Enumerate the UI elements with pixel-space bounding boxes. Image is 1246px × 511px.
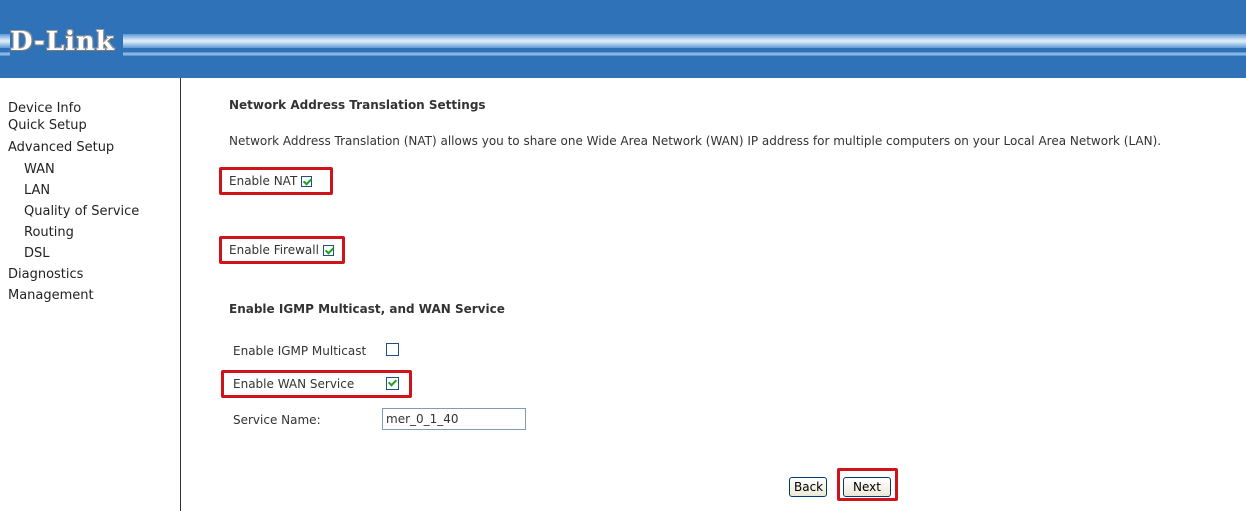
header-stripe	[0, 34, 1246, 48]
sidebar-item-routing[interactable]: Routing	[24, 224, 74, 241]
enable-firewall-checkbox[interactable]	[322, 245, 334, 256]
header-stripe-thin	[0, 52, 1246, 56]
sidebar-item-quick-setup[interactable]: Quick Setup	[8, 117, 87, 134]
enable-igmp-checkbox[interactable]	[386, 343, 399, 356]
enable-firewall-row: Enable Firewall	[229, 243, 334, 257]
enable-nat-row: Enable NAT	[229, 174, 313, 188]
page-title: Network Address Translation Settings	[229, 98, 486, 112]
enable-wan-checkbox[interactable]	[386, 377, 399, 390]
enable-igmp-label: Enable IGMP Multicast	[233, 344, 367, 358]
sidebar-item-management[interactable]: Management	[8, 287, 94, 304]
nat-description: Network Address Translation (NAT) allows…	[229, 134, 1162, 148]
sidebar-item-advanced-setup[interactable]: Advanced Setup	[8, 139, 114, 156]
sidebar-item-dsl[interactable]: DSL	[24, 245, 50, 262]
sidebar-item-diagnostics[interactable]: Diagnostics	[8, 266, 83, 283]
enable-nat-label: Enable NAT	[229, 174, 298, 188]
enable-firewall-label: Enable Firewall	[229, 243, 319, 257]
sidebar-nav: Device Info Quick Setup Advanced Setup W…	[0, 78, 181, 511]
sidebar-item-wan[interactable]: WAN	[24, 161, 55, 178]
enable-wan-label: Enable WAN Service	[233, 377, 355, 391]
back-button[interactable]: Back	[789, 477, 827, 497]
igmp-wan-heading: Enable IGMP Multicast, and WAN Service	[229, 302, 505, 316]
dlink-logo: D-Link	[10, 28, 123, 56]
sidebar-item-device-info[interactable]: Device Info	[8, 100, 81, 117]
service-name-label: Service Name:	[233, 413, 321, 427]
service-name-input[interactable]	[382, 408, 526, 430]
sidebar-item-qos[interactable]: Quality of Service	[24, 203, 139, 220]
enable-nat-checkbox[interactable]	[301, 176, 313, 187]
header-bar: D-Link	[0, 0, 1246, 78]
next-button[interactable]: Next	[843, 477, 891, 497]
sidebar-item-lan[interactable]: LAN	[24, 182, 50, 199]
